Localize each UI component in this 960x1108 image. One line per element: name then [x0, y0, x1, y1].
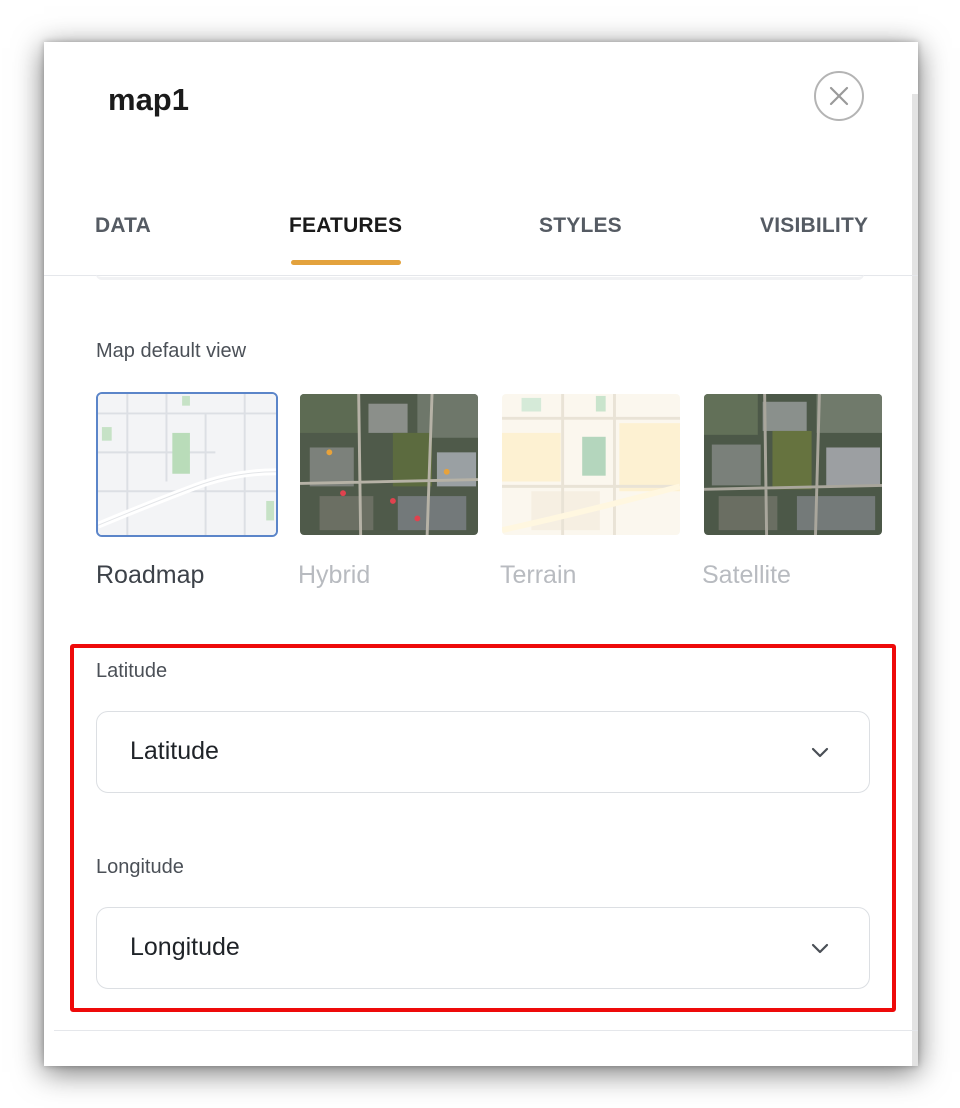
view-label-terrain: Terrain	[500, 561, 577, 589]
view-label-roadmap: Roadmap	[96, 561, 205, 589]
view-label-satellite: Satellite	[702, 561, 791, 589]
close-button[interactable]	[814, 71, 864, 121]
view-option-terrain[interactable]: Terrain	[500, 392, 682, 590]
tab-features[interactable]: FEATURES	[289, 214, 402, 238]
terrain-thumbnail	[500, 392, 682, 537]
active-tab-indicator	[291, 260, 401, 265]
map-settings-panel: map1 DATA FEATURES STYLES VISIBILITY Map…	[44, 42, 918, 1066]
close-icon	[829, 86, 849, 106]
tab-data[interactable]: DATA	[95, 214, 151, 238]
tab-visibility[interactable]: VISIBILITY	[760, 214, 868, 238]
satellite-thumbnail	[702, 392, 884, 537]
view-option-roadmap[interactable]: Roadmap	[96, 392, 278, 590]
tab-bar: DATA FEATURES STYLES VISIBILITY	[44, 202, 918, 276]
highlight-box	[70, 644, 896, 1012]
view-option-hybrid[interactable]: Hybrid	[298, 392, 480, 590]
view-option-satellite[interactable]: Satellite	[702, 392, 884, 590]
view-label-hybrid: Hybrid	[298, 561, 371, 589]
divider	[96, 274, 864, 280]
tab-styles[interactable]: STYLES	[539, 214, 622, 238]
map-default-view-label: Map default view	[96, 340, 247, 362]
hybrid-thumbnail	[298, 392, 480, 537]
panel-title: map1	[108, 82, 189, 117]
roadmap-thumbnail	[96, 392, 278, 537]
bottom-divider	[54, 1030, 918, 1031]
